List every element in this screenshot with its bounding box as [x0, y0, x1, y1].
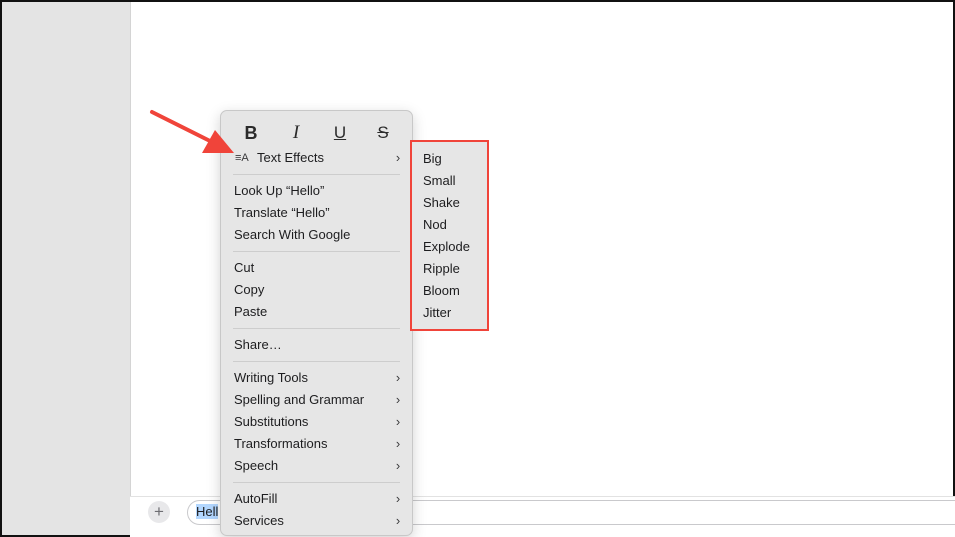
menu-item-text-effects[interactable]: ≡A Text Effects › [221, 147, 414, 169]
chevron-right-icon: › [395, 392, 401, 407]
menu-item-copy[interactable]: Copy [221, 279, 414, 301]
effect-shake[interactable]: Shake [412, 192, 487, 214]
menu-item-label: Copy [234, 282, 265, 297]
bold-button[interactable]: B [237, 119, 265, 147]
effect-ripple[interactable]: Ripple [412, 258, 487, 280]
menu-separator [233, 174, 400, 175]
menu-item-label: Text Effects [257, 150, 324, 165]
menu-item-label: Shake [423, 195, 460, 210]
menu-item-label: Bloom [423, 283, 460, 298]
menu-separator [233, 328, 400, 329]
effect-big[interactable]: Big [412, 148, 487, 170]
menu-item-paste[interactable]: Paste [221, 301, 414, 323]
menu-item-translate[interactable]: Translate “Hello” [221, 202, 414, 224]
menu-item-label: Explode [423, 239, 470, 254]
strikethrough-button[interactable]: S [369, 119, 397, 147]
chevron-right-icon: › [395, 436, 401, 451]
effect-bloom[interactable]: Bloom [412, 280, 487, 302]
menu-separator [233, 251, 400, 252]
effect-nod[interactable]: Nod [412, 214, 487, 236]
menu-item-label: Jitter [423, 305, 452, 320]
context-menu: B I U S ≡A Text Effects › Look Up “Hello… [220, 110, 413, 536]
effect-small[interactable]: Small [412, 170, 487, 192]
menu-item-label: Substitutions [234, 414, 309, 429]
chevron-right-icon: › [395, 414, 401, 429]
underline-button[interactable]: U [326, 119, 354, 147]
menu-item-label: Spelling and Grammar [234, 392, 365, 407]
menu-item-label: Small [423, 173, 456, 188]
menu-item-label: Translate “Hello” [234, 205, 330, 220]
message-text[interactable]: Hell [196, 502, 219, 522]
menu-item-services[interactable]: Services › [221, 510, 414, 532]
menu-item-spelling-grammar[interactable]: Spelling and Grammar › [221, 389, 414, 411]
menu-item-label: Share… [234, 337, 282, 352]
chevron-right-icon: › [395, 370, 401, 385]
menu-item-label: Search With Google [234, 227, 351, 242]
chevron-right-icon: › [395, 150, 401, 165]
menu-item-label: Speech [234, 458, 279, 473]
menu-item-look-up[interactable]: Look Up “Hello” [221, 180, 414, 202]
menu-item-label: Big [423, 151, 442, 166]
menu-item-label: Look Up “Hello” [234, 183, 325, 198]
text-effects-submenu: Big Small Shake Nod Explode Ripple Bloom… [410, 140, 489, 331]
menu-separator [233, 361, 400, 362]
menu-item-search-google[interactable]: Search With Google [221, 224, 414, 246]
effect-explode[interactable]: Explode [412, 236, 487, 258]
menu-item-label: Services [234, 513, 284, 528]
effect-jitter[interactable]: Jitter [412, 302, 487, 324]
menu-item-share[interactable]: Share… [221, 334, 414, 356]
menu-item-writing-tools[interactable]: Writing Tools › [221, 367, 414, 389]
menu-item-label: Ripple [423, 261, 460, 276]
menu-item-speech[interactable]: Speech › [221, 455, 414, 477]
menu-item-autofill[interactable]: AutoFill › [221, 488, 414, 510]
menu-item-label: AutoFill [234, 491, 278, 506]
selected-text: Hell [196, 504, 219, 519]
annotation-arrow-icon [150, 110, 234, 153]
sidebar [2, 2, 131, 535]
chevron-right-icon: › [395, 513, 401, 528]
add-attachment-button[interactable]: + [148, 501, 170, 523]
menu-item-transformations[interactable]: Transformations › [221, 433, 414, 455]
menu-item-label: Transformations [234, 436, 328, 451]
menu-item-substitutions[interactable]: Substitutions › [221, 411, 414, 433]
menu-item-label: Paste [234, 304, 268, 319]
italic-button[interactable]: I [282, 119, 310, 147]
menu-item-label: Cut [234, 260, 255, 275]
menu-item-label: Nod [423, 217, 447, 232]
chevron-right-icon: › [395, 491, 401, 506]
menu-item-cut[interactable]: Cut [221, 257, 414, 279]
menu-separator [233, 482, 400, 483]
chevron-right-icon: › [395, 458, 401, 473]
menu-item-label: Writing Tools [234, 370, 308, 385]
format-toolbar: B I U S [221, 119, 414, 147]
